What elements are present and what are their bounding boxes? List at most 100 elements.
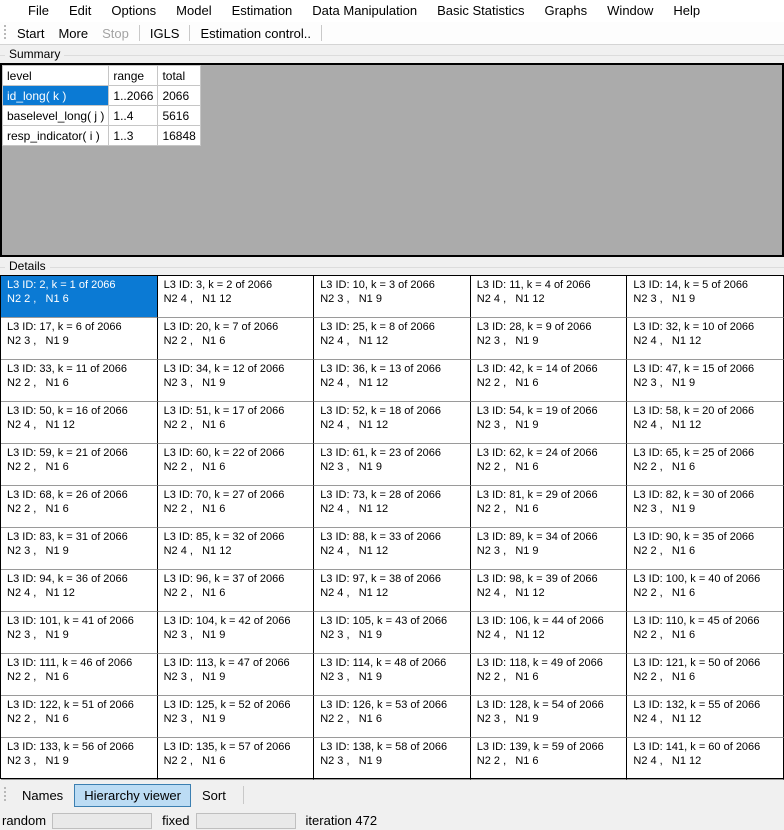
hierarchy-unit-cell[interactable]: L3 ID: 128, k = 54 of 2066N2 3 , N1 9 xyxy=(471,696,628,738)
hierarchy-unit-cell[interactable]: L3 ID: 10, k = 3 of 2066N2 3 , N1 9 xyxy=(314,276,471,318)
hierarchy-unit-cell[interactable]: L3 ID: 32, k = 10 of 2066N2 4 , N1 12 xyxy=(627,318,784,360)
hierarchy-unit-cell[interactable]: L3 ID: 47, k = 15 of 2066N2 3 , N1 9 xyxy=(627,360,784,402)
summary-cell-total[interactable]: 2066 xyxy=(158,86,200,106)
menu-item-edit[interactable]: Edit xyxy=(59,0,101,22)
hierarchy-unit-cell[interactable]: L3 ID: 82, k = 30 of 2066N2 3 , N1 9 xyxy=(627,486,784,528)
hierarchy-unit-cell[interactable]: L3 ID: 133, k = 56 of 2066N2 3 , N1 9 xyxy=(1,738,158,780)
hierarchy-unit-cell[interactable]: L3 ID: 65, k = 25 of 2066N2 2 , N1 6 xyxy=(627,444,784,486)
toolbar-grip[interactable] xyxy=(2,25,8,41)
hierarchy-unit-cell[interactable]: L3 ID: 89, k = 34 of 2066N2 3 , N1 9 xyxy=(471,528,628,570)
summary-cell-range[interactable]: 1..2066 xyxy=(109,86,158,106)
toolbar-button-more[interactable]: More xyxy=(51,24,95,43)
hierarchy-unit-cell[interactable]: L3 ID: 111, k = 46 of 2066N2 2 , N1 6 xyxy=(1,654,158,696)
hierarchy-unit-cell[interactable]: L3 ID: 20, k = 7 of 2066N2 2 , N1 6 xyxy=(158,318,315,360)
hierarchy-unit-cell[interactable]: L3 ID: 51, k = 17 of 2066N2 2 , N1 6 xyxy=(158,402,315,444)
hierarchy-unit-cell[interactable]: L3 ID: 3, k = 2 of 2066N2 4 , N1 12 xyxy=(158,276,315,318)
hierarchy-unit-cell[interactable]: L3 ID: 94, k = 36 of 2066N2 4 , N1 12 xyxy=(1,570,158,612)
hierarchy-unit-cell[interactable]: L3 ID: 97, k = 38 of 2066N2 4 , N1 12 xyxy=(314,570,471,612)
summary-cell-range[interactable]: 1..3 xyxy=(109,126,158,146)
hierarchy-unit-cell[interactable]: L3 ID: 135, k = 57 of 2066N2 2 , N1 6 xyxy=(158,738,315,780)
summary-table-row: id_long( k )1..20662066 xyxy=(3,86,201,106)
toolbar-button-igls[interactable]: IGLS xyxy=(143,24,187,43)
hierarchy-unit-cell[interactable]: L3 ID: 61, k = 23 of 2066N2 3 , N1 9 xyxy=(314,444,471,486)
hierarchy-unit-cell[interactable]: L3 ID: 17, k = 6 of 2066N2 3 , N1 9 xyxy=(1,318,158,360)
hierarchy-unit-cell[interactable]: L3 ID: 98, k = 39 of 2066N2 4 , N1 12 xyxy=(471,570,628,612)
hierarchy-unit-cell[interactable]: L3 ID: 106, k = 44 of 2066N2 4 , N1 12 xyxy=(471,612,628,654)
menu-item-file[interactable]: File xyxy=(18,0,59,22)
tab-sort[interactable]: Sort xyxy=(192,784,236,807)
hierarchy-unit-cell[interactable]: L3 ID: 34, k = 12 of 2066N2 3 , N1 9 xyxy=(158,360,315,402)
hierarchy-unit-cell[interactable]: L3 ID: 28, k = 9 of 2066N2 3 , N1 9 xyxy=(471,318,628,360)
hierarchy-unit-cell[interactable]: L3 ID: 36, k = 13 of 2066N2 4 , N1 12 xyxy=(314,360,471,402)
tab-names[interactable]: Names xyxy=(12,784,73,807)
hierarchy-unit-cell[interactable]: L3 ID: 100, k = 40 of 2066N2 2 , N1 6 xyxy=(627,570,784,612)
hierarchy-unit-cell[interactable]: L3 ID: 126, k = 53 of 2066N2 2 , N1 6 xyxy=(314,696,471,738)
summary-header-level[interactable]: level xyxy=(3,66,109,86)
unit-id-line: L3 ID: 132, k = 55 of 2066 xyxy=(633,698,781,712)
hierarchy-unit-cell[interactable]: L3 ID: 125, k = 52 of 2066N2 3 , N1 9 xyxy=(158,696,315,738)
hierarchy-unit-cell[interactable]: L3 ID: 101, k = 41 of 2066N2 3 , N1 9 xyxy=(1,612,158,654)
unit-counts-line: N2 4 , N1 12 xyxy=(633,754,781,768)
unit-counts-line: N2 2 , N1 6 xyxy=(164,334,312,348)
hierarchy-unit-cell[interactable]: L3 ID: 139, k = 59 of 2066N2 2 , N1 6 xyxy=(471,738,628,780)
summary-cell-total[interactable]: 5616 xyxy=(158,106,200,126)
hierarchy-unit-cell[interactable]: L3 ID: 68, k = 26 of 2066N2 2 , N1 6 xyxy=(1,486,158,528)
hierarchy-unit-cell[interactable]: L3 ID: 14, k = 5 of 2066N2 3 , N1 9 xyxy=(627,276,784,318)
hierarchy-unit-cell[interactable]: L3 ID: 85, k = 32 of 2066N2 4 , N1 12 xyxy=(158,528,315,570)
menu-item-options[interactable]: Options xyxy=(101,0,166,22)
hierarchy-unit-cell[interactable]: L3 ID: 59, k = 21 of 2066N2 2 , N1 6 xyxy=(1,444,158,486)
tabbar-grip[interactable] xyxy=(2,787,8,803)
hierarchy-unit-cell[interactable]: L3 ID: 11, k = 4 of 2066N2 4 , N1 12 xyxy=(471,276,628,318)
hierarchy-unit-cell[interactable]: L3 ID: 52, k = 18 of 2066N2 4 , N1 12 xyxy=(314,402,471,444)
hierarchy-unit-cell[interactable]: L3 ID: 132, k = 55 of 2066N2 4 , N1 12 xyxy=(627,696,784,738)
hierarchy-unit-cell[interactable]: L3 ID: 2, k = 1 of 2066N2 2 , N1 6 xyxy=(1,276,158,318)
hierarchy-unit-cell[interactable]: L3 ID: 58, k = 20 of 2066N2 4 , N1 12 xyxy=(627,402,784,444)
hierarchy-unit-cell[interactable]: L3 ID: 90, k = 35 of 2066N2 2 , N1 6 xyxy=(627,528,784,570)
hierarchy-unit-cell[interactable]: L3 ID: 33, k = 11 of 2066N2 2 , N1 6 xyxy=(1,360,158,402)
toolbar-button-estimation-control[interactable]: Estimation control.. xyxy=(193,24,318,43)
hierarchy-unit-cell[interactable]: L3 ID: 141, k = 60 of 2066N2 4 , N1 12 xyxy=(627,738,784,780)
menu-item-window[interactable]: Window xyxy=(597,0,663,22)
tab-hierarchy-viewer[interactable]: Hierarchy viewer xyxy=(74,784,191,807)
hierarchy-unit-cell[interactable]: L3 ID: 113, k = 47 of 2066N2 3 , N1 9 xyxy=(158,654,315,696)
summary-cell-level[interactable]: baselevel_long( j ) xyxy=(3,106,109,126)
hierarchy-unit-cell[interactable]: L3 ID: 114, k = 48 of 2066N2 3 , N1 9 xyxy=(314,654,471,696)
summary-cell-total[interactable]: 16848 xyxy=(158,126,200,146)
hierarchy-unit-cell[interactable]: L3 ID: 122, k = 51 of 2066N2 2 , N1 6 xyxy=(1,696,158,738)
hierarchy-unit-cell[interactable]: L3 ID: 104, k = 42 of 2066N2 3 , N1 9 xyxy=(158,612,315,654)
unit-counts-line: N2 4 , N1 12 xyxy=(477,586,625,600)
menu-item-data-manipulation[interactable]: Data Manipulation xyxy=(302,0,427,22)
summary-cell-range[interactable]: 1..4 xyxy=(109,106,158,126)
hierarchy-unit-cell[interactable]: L3 ID: 110, k = 45 of 2066N2 2 , N1 6 xyxy=(627,612,784,654)
hierarchy-unit-cell[interactable]: L3 ID: 25, k = 8 of 2066N2 4 , N1 12 xyxy=(314,318,471,360)
hierarchy-unit-cell[interactable]: L3 ID: 50, k = 16 of 2066N2 4 , N1 12 xyxy=(1,402,158,444)
menu-item-help[interactable]: Help xyxy=(663,0,710,22)
hierarchy-unit-cell[interactable]: L3 ID: 96, k = 37 of 2066N2 2 , N1 6 xyxy=(158,570,315,612)
summary-header-total[interactable]: total xyxy=(158,66,200,86)
hierarchy-unit-cell[interactable]: L3 ID: 121, k = 50 of 2066N2 2 , N1 6 xyxy=(627,654,784,696)
hierarchy-unit-cell[interactable]: L3 ID: 62, k = 24 of 2066N2 2 , N1 6 xyxy=(471,444,628,486)
unit-counts-line: N2 4 , N1 12 xyxy=(164,292,312,306)
menu-item-estimation[interactable]: Estimation xyxy=(222,0,303,22)
hierarchy-unit-cell[interactable]: L3 ID: 42, k = 14 of 2066N2 2 , N1 6 xyxy=(471,360,628,402)
hierarchy-unit-cell[interactable]: L3 ID: 105, k = 43 of 2066N2 3 , N1 9 xyxy=(314,612,471,654)
summary-header-range[interactable]: range xyxy=(109,66,158,86)
hierarchy-unit-cell[interactable]: L3 ID: 83, k = 31 of 2066N2 3 , N1 9 xyxy=(1,528,158,570)
menu-item-basic-statistics[interactable]: Basic Statistics xyxy=(427,0,534,22)
unit-id-line: L3 ID: 73, k = 28 of 2066 xyxy=(320,488,468,502)
summary-cell-level[interactable]: id_long( k ) xyxy=(3,86,109,106)
hierarchy-unit-cell[interactable]: L3 ID: 118, k = 49 of 2066N2 2 , N1 6 xyxy=(471,654,628,696)
hierarchy-unit-cell[interactable]: L3 ID: 54, k = 19 of 2066N2 3 , N1 9 xyxy=(471,402,628,444)
hierarchy-unit-cell[interactable]: L3 ID: 81, k = 29 of 2066N2 2 , N1 6 xyxy=(471,486,628,528)
hierarchy-unit-cell[interactable]: L3 ID: 138, k = 58 of 2066N2 3 , N1 9 xyxy=(314,738,471,780)
unit-counts-line: N2 3 , N1 9 xyxy=(164,670,312,684)
menu-item-graphs[interactable]: Graphs xyxy=(535,0,598,22)
summary-cell-level[interactable]: resp_indicator( i ) xyxy=(3,126,109,146)
unit-counts-line: N2 4 , N1 12 xyxy=(633,418,781,432)
hierarchy-unit-cell[interactable]: L3 ID: 70, k = 27 of 2066N2 2 , N1 6 xyxy=(158,486,315,528)
hierarchy-unit-cell[interactable]: L3 ID: 60, k = 22 of 2066N2 2 , N1 6 xyxy=(158,444,315,486)
hierarchy-unit-cell[interactable]: L3 ID: 73, k = 28 of 2066N2 4 , N1 12 xyxy=(314,486,471,528)
hierarchy-unit-cell[interactable]: L3 ID: 88, k = 33 of 2066N2 4 , N1 12 xyxy=(314,528,471,570)
toolbar-button-start[interactable]: Start xyxy=(10,24,51,43)
menu-item-model[interactable]: Model xyxy=(166,0,221,22)
